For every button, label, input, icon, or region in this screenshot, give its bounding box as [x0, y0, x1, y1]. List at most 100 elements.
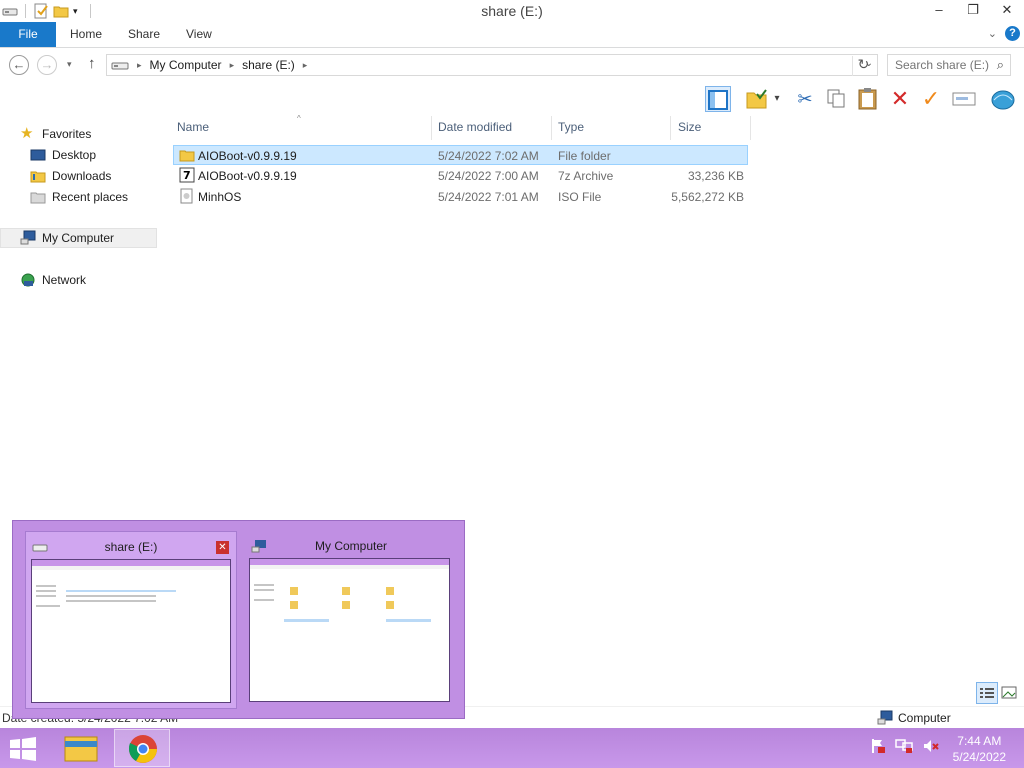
search-input[interactable]: [895, 55, 995, 75]
rename-icon[interactable]: [951, 86, 977, 112]
drive-icon[interactable]: [2, 3, 18, 19]
nav-label: Network: [42, 273, 87, 287]
downloads-folder-icon: [30, 168, 46, 184]
status-computer: Computer: [877, 710, 951, 726]
start-button[interactable]: [8, 736, 38, 762]
breadcrumb-separator: ▸: [229, 59, 235, 70]
chrome-icon: [128, 735, 157, 763]
file-explorer-icon: [64, 736, 98, 762]
file-row[interactable]: AIOBoot-v0.9.9.19 5/24/2022 7:02 AM File…: [173, 145, 748, 165]
tab-view[interactable]: View: [172, 22, 226, 47]
forward-button[interactable]: →: [37, 55, 57, 75]
network-icon: [20, 272, 36, 288]
paste-icon[interactable]: [855, 86, 881, 112]
file-date: 5/24/2022 7:02 AM: [438, 149, 539, 163]
file-row[interactable]: 7 AIOBoot-v0.9.9.19 5/24/2022 7:00 AM 7z…: [173, 166, 748, 186]
column-header-name[interactable]: Name: [161, 116, 432, 140]
taskbar-clock[interactable]: 7:44 AM 5/24/2022: [953, 733, 1006, 765]
star-icon: ★: [20, 125, 34, 142]
thumbnail-preview: [31, 559, 231, 703]
back-button[interactable]: ←: [9, 55, 29, 75]
thumbnail-share-drive[interactable]: share (E:) ✕: [25, 531, 237, 709]
taskbar-thumbnail-popup: share (E:) ✕ My Computer: [12, 520, 465, 719]
nav-label: Favorites: [42, 127, 92, 141]
drive-icon: [111, 62, 129, 70]
expand-ribbon-icon[interactable]: ⌄: [988, 27, 997, 40]
new-folder-icon[interactable]: [53, 3, 69, 19]
address-bar[interactable]: ▸ My Computer ▸ share (E:) ▸ ⌄: [106, 54, 878, 76]
column-header-type[interactable]: Type: [552, 116, 671, 140]
svg-text:7: 7: [183, 169, 191, 182]
file-size: 5,562,272 KB: [671, 190, 744, 204]
tab-share[interactable]: Share: [114, 22, 174, 47]
up-arrow-icon[interactable]: ↑: [88, 55, 96, 72]
minimize-button[interactable]: –: [922, 0, 956, 20]
windows-logo-icon: [10, 737, 36, 761]
file-size: 33,236 KB: [687, 169, 744, 183]
breadcrumb-share-drive[interactable]: share (E:): [242, 58, 295, 72]
nav-label: Recent places: [52, 190, 129, 204]
folder-options-icon[interactable]: [745, 86, 771, 112]
tab-home[interactable]: Home: [56, 22, 116, 47]
search-box: ⌕: [887, 54, 1011, 76]
status-computer-label: Computer: [898, 711, 951, 725]
nav-network[interactable]: Network: [20, 270, 177, 290]
volume-muted-icon[interactable]: [922, 738, 940, 757]
copy-icon[interactable]: [823, 86, 849, 112]
details-view-button[interactable]: [976, 682, 998, 704]
file-name: MinhOS: [198, 190, 242, 204]
toolbar-divider: [90, 4, 91, 18]
file-name: AIOBoot-v0.9.9.19: [198, 149, 297, 163]
taskbar-file-explorer[interactable]: [53, 729, 109, 767]
breadcrumb-my-computer[interactable]: My Computer: [150, 58, 222, 72]
restore-button[interactable]: ❐: [956, 0, 990, 20]
thumbnail-title: My Computer: [314, 539, 388, 553]
thumbnail-title: share (E:): [104, 540, 158, 554]
breadcrumb-separator: ▸: [302, 59, 308, 70]
quick-access-toolbar: ▾: [2, 2, 94, 20]
search-icon[interactable]: ⌕: [997, 57, 1004, 73]
nav-label: Downloads: [52, 169, 112, 183]
cut-icon[interactable]: ✂: [792, 86, 818, 112]
properties-icon[interactable]: [33, 3, 49, 19]
breadcrumb-separator: ▸: [137, 59, 142, 70]
taskbar-chrome[interactable]: [114, 729, 170, 767]
folder-icon: [179, 147, 195, 166]
checkmark-icon[interactable]: ✓: [918, 86, 944, 112]
desktop-icon: [30, 147, 46, 163]
tab-file[interactable]: File: [0, 22, 56, 47]
recent-locations-icon[interactable]: ▾: [67, 59, 72, 70]
file-type: ISO File: [558, 190, 602, 204]
file-row[interactable]: MinhOS 5/24/2022 7:01 AM ISO File 5,562,…: [173, 187, 748, 207]
large-icons-view-button[interactable]: [1000, 684, 1020, 704]
help-icon[interactable]: ?: [1005, 26, 1020, 41]
nav-label: My Computer: [42, 231, 115, 245]
delete-icon[interactable]: ✕: [887, 86, 913, 112]
recent-places-icon: [30, 189, 46, 205]
globe-icon[interactable]: [990, 86, 1016, 112]
close-button[interactable]: ✕: [990, 0, 1024, 20]
title-bar: ▾ share (E:) – ❐ ✕: [0, 0, 1024, 22]
layout-pane-button[interactable]: [705, 86, 731, 112]
thumbnail-my-computer[interactable]: My Computer: [245, 531, 457, 709]
chevron-down-icon[interactable]: ▾: [771, 86, 783, 112]
chevron-down-icon[interactable]: ▾: [73, 3, 83, 19]
column-header-date[interactable]: Date modified: [432, 116, 552, 140]
file-type: 7z Archive: [558, 169, 614, 183]
column-header-size[interactable]: Size: [671, 116, 751, 140]
network-status-icon[interactable]: [895, 738, 913, 757]
action-center-icon[interactable]: [870, 738, 886, 757]
computer-icon: [877, 710, 893, 725]
address-row: ← → ▾ ↑ ▸ My Computer ▸ share (E:) ▸ ⌄ ↻…: [0, 49, 1024, 82]
toolbar-divider: [25, 4, 26, 18]
thumbnail-preview: [249, 558, 450, 702]
nav-label: Desktop: [52, 148, 97, 162]
file-date: 5/24/2022 7:01 AM: [438, 190, 539, 204]
nav-my-computer[interactable]: My Computer: [0, 228, 157, 248]
thumbnail-close-button[interactable]: ✕: [216, 541, 229, 554]
command-toolbar: ▾ ✂ ✕ ✓: [0, 82, 1024, 116]
archive-icon: 7: [179, 167, 195, 186]
file-date: 5/24/2022 7:00 AM: [438, 169, 539, 183]
nav-favorites[interactable]: ★ Favorites: [20, 124, 177, 144]
refresh-button[interactable]: ↻: [852, 56, 874, 76]
